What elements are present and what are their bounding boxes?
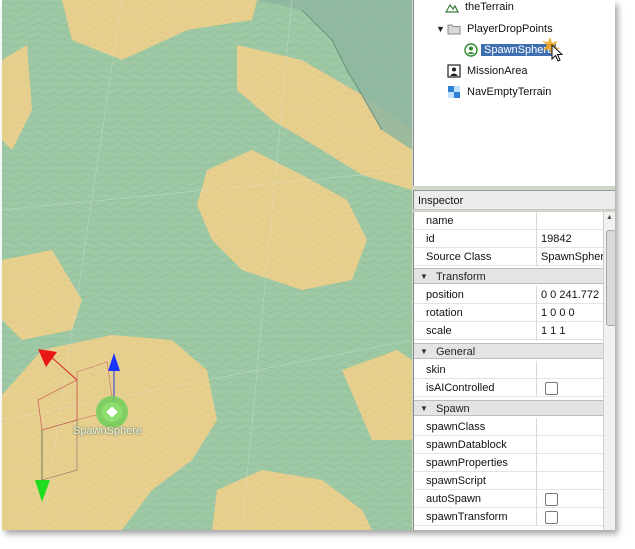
property-row-autospawn[interactable]: autoSpawn: [414, 490, 604, 508]
id-field[interactable]: 19842: [536, 230, 604, 248]
property-row-spawntransform[interactable]: spawnTransform: [414, 508, 604, 526]
spawn-sphere-icon: [464, 43, 478, 57]
property-row-spawnproperties[interactable]: spawnProperties: [414, 454, 604, 472]
tree-item-missionarea[interactable]: MissionArea: [447, 62, 531, 80]
property-row-rotation[interactable]: rotation 1 0 0 0: [414, 304, 604, 322]
spawnscript-field[interactable]: [536, 472, 604, 490]
mission-area-icon: [447, 64, 461, 78]
tree-item-theterrain[interactable]: theTerrain: [445, 0, 517, 16]
tree-item-navemptyterrain[interactable]: NavEmptyTerrain: [447, 83, 554, 101]
spawndatablock-field[interactable]: [536, 436, 604, 454]
isaicontrolled-checkbox[interactable]: [545, 382, 558, 395]
section-spawn[interactable]: ▼ Spawn: [414, 400, 604, 416]
property-row-skin[interactable]: skin: [414, 361, 604, 379]
collapse-triangle-icon[interactable]: ▼: [420, 269, 428, 285]
inspector-title: Inspector: [413, 190, 615, 210]
collapse-triangle-icon[interactable]: ▼: [420, 344, 428, 360]
property-row-spawnscript[interactable]: spawnScript: [414, 472, 604, 490]
property-row-scale[interactable]: scale 1 1 1: [414, 322, 604, 340]
scroll-up-arrow-icon[interactable]: ▲: [606, 214, 613, 221]
property-row-name[interactable]: name: [414, 212, 604, 230]
spawnproperties-field[interactable]: [536, 454, 604, 472]
property-grid[interactable]: name id 19842 Source Class SpawnSphere ▼…: [413, 212, 604, 530]
editor-window: SpawnSphere theTerrain ▼ PlayerDropPoint…: [2, 0, 615, 530]
spawnclass-field[interactable]: [536, 418, 604, 436]
spawntransform-checkbox[interactable]: [545, 511, 558, 524]
position-field[interactable]: 0 0 241.772: [536, 286, 604, 304]
name-field[interactable]: [536, 212, 604, 230]
scene-viewport[interactable]: SpawnSphere: [2, 0, 412, 530]
section-transform[interactable]: ▼ Transform: [414, 268, 604, 284]
scrollbar-thumb[interactable]: [606, 230, 615, 326]
folder-icon: [447, 24, 461, 35]
property-row-source-class[interactable]: Source Class SpawnSphere: [414, 248, 604, 266]
scene-tree[interactable]: theTerrain ▼ PlayerDropPoints SpawnSpher…: [413, 0, 615, 186]
nav-terrain-icon: [448, 86, 460, 99]
property-row-position[interactable]: position 0 0 241.772: [414, 286, 604, 304]
property-row-spawnclass[interactable]: spawnClass: [414, 418, 604, 436]
terrain-render: [2, 0, 412, 530]
collapse-triangle-icon[interactable]: ▼: [420, 401, 428, 417]
object-label: SpawnSphere: [73, 425, 143, 437]
scale-field[interactable]: 1 1 1: [536, 322, 604, 340]
property-row-id[interactable]: id 19842: [414, 230, 604, 248]
skin-field[interactable]: [536, 361, 604, 379]
terrain-icon: [445, 4, 459, 13]
inspector-scrollbar[interactable]: ▲: [603, 212, 615, 530]
section-general[interactable]: ▼ General: [414, 343, 604, 359]
autospawn-checkbox[interactable]: [545, 493, 558, 506]
chevron-down-icon[interactable]: ▼: [436, 24, 445, 34]
property-row-spawndatablock[interactable]: spawnDatablock: [414, 436, 604, 454]
cursor-pointer-icon: [542, 37, 564, 62]
rotation-field[interactable]: 1 0 0 0: [536, 304, 604, 322]
source-class-field[interactable]: SpawnSphere: [536, 248, 604, 266]
property-row-isaicontrolled[interactable]: isAIControlled: [414, 379, 604, 397]
